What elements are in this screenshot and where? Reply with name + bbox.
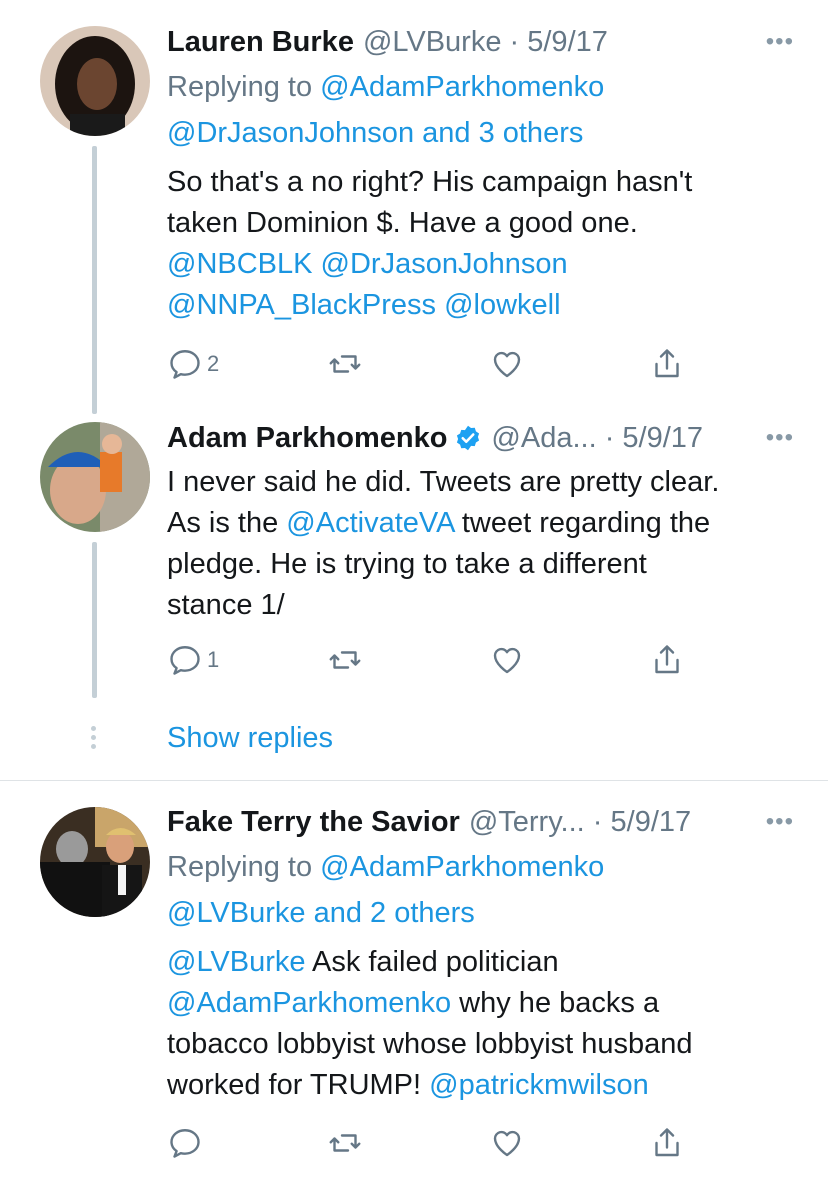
tweet-text: I never said he did. Tweets are pretty c… bbox=[167, 462, 798, 626]
like-icon bbox=[493, 1130, 521, 1157]
tweet-text-line: pledge. He is trying to take a different bbox=[167, 548, 647, 580]
tweet-text-line: @AdamParkhomenko why he backs a bbox=[167, 987, 660, 1019]
reply-count: 2 bbox=[207, 351, 220, 376]
tweet-text-line: tobacco lobbyist whose lobbyist husband bbox=[167, 1028, 693, 1060]
share-icon bbox=[655, 645, 679, 674]
like-button[interactable] bbox=[489, 344, 525, 384]
like-icon bbox=[493, 647, 521, 674]
author-handle: @LVBurke · 5/9/17 bbox=[362, 26, 608, 58]
tweet-text-line: @LVBurke Ask failed politician bbox=[167, 946, 559, 978]
more-options-icon[interactable]: ••• bbox=[766, 416, 794, 460]
tweet-text: So that's a no right? His campaign hasn'… bbox=[167, 162, 798, 326]
reply-icon bbox=[170, 1129, 200, 1158]
mention-link[interactable]: @AdamParkhomenko bbox=[320, 71, 604, 103]
author-name[interactable]: Lauren Burke bbox=[167, 20, 354, 64]
tweet-header: Lauren Burke @LVBurke · 5/9/17 bbox=[167, 20, 798, 64]
thread-line bbox=[92, 542, 97, 698]
tweet-date[interactable]: 5/9/17 bbox=[622, 422, 703, 454]
share-icon bbox=[655, 349, 679, 378]
reply-button[interactable] bbox=[167, 1123, 207, 1163]
avatar-image bbox=[40, 26, 150, 136]
reply-count: 1 bbox=[207, 647, 220, 672]
mention-link[interactable]: @patrickmwilson bbox=[429, 1069, 649, 1101]
tweet-text-line: stance 1/ bbox=[167, 589, 285, 621]
replying-to-others: @LVBurke and 2 others bbox=[167, 890, 798, 936]
share-button[interactable] bbox=[649, 640, 685, 680]
avatar[interactable] bbox=[40, 807, 150, 917]
tweet-actions bbox=[167, 1123, 727, 1163]
author-handle: @Terry... · 5/9/17 bbox=[468, 806, 692, 838]
reply-icon bbox=[170, 350, 200, 379]
author-name[interactable]: Fake Terry the Savior bbox=[167, 800, 460, 844]
retweet-button[interactable] bbox=[327, 640, 363, 680]
avatar[interactable] bbox=[40, 422, 150, 532]
mention-link[interactable]: @AdamParkhomenko bbox=[320, 851, 604, 883]
mention-link[interactable]: @NNPA_BlackPress @lowkell bbox=[167, 285, 798, 326]
tweet-date[interactable]: 5/9/17 bbox=[611, 806, 692, 838]
mention-link[interactable]: @ActivateVA bbox=[286, 507, 454, 539]
like-icon bbox=[493, 351, 521, 378]
mention-others-link[interactable]: @DrJasonJohnson and 3 others bbox=[167, 117, 583, 149]
tweet-date[interactable]: 5/9/17 bbox=[527, 26, 608, 58]
tweet-text-line: As is the @ActivateVA tweet regarding th… bbox=[167, 507, 711, 539]
like-button[interactable] bbox=[489, 1123, 525, 1163]
thread-continuation-dots bbox=[90, 726, 98, 753]
tweet-text-line: worked for TRUMP! @patrickmwilson bbox=[167, 1069, 649, 1101]
more-options-icon[interactable]: ••• bbox=[766, 800, 794, 844]
tweet-adam-parkhomenko[interactable]: Adam Parkhomenko @Ada... · 5/9/17 ••• I … bbox=[0, 400, 828, 780]
retweet-icon bbox=[329, 1134, 361, 1152]
avatar-image bbox=[40, 422, 150, 532]
replying-to: Replying to @AdamParkhomenko bbox=[167, 71, 605, 103]
reply-button[interactable]: 2 bbox=[167, 344, 219, 384]
retweet-button[interactable] bbox=[327, 344, 363, 384]
tweet-lauren-burke[interactable]: Lauren Burke @LVBurke · 5/9/17 ••• Reply… bbox=[0, 0, 828, 414]
share-icon bbox=[655, 1128, 679, 1157]
tweet-text: @LVBurke Ask failed politician @AdamPark… bbox=[167, 942, 798, 1106]
retweet-icon bbox=[329, 355, 361, 373]
share-button[interactable] bbox=[649, 344, 685, 384]
tweet-header: Fake Terry the Savior @Terry... · 5/9/17 bbox=[167, 800, 798, 844]
reply-button[interactable]: 1 bbox=[167, 640, 219, 680]
author-name[interactable]: Adam Parkhomenko bbox=[167, 416, 447, 460]
retweet-icon bbox=[329, 651, 361, 669]
show-replies-link[interactable]: Show replies bbox=[167, 718, 333, 758]
like-button[interactable] bbox=[489, 640, 525, 680]
author-handle: @Ada... · 5/9/17 bbox=[491, 422, 704, 454]
mention-others-link[interactable]: @LVBurke and 2 others bbox=[167, 897, 475, 929]
retweet-button[interactable] bbox=[327, 1123, 363, 1163]
verified-badge-icon bbox=[454, 424, 482, 452]
share-button[interactable] bbox=[649, 1123, 685, 1163]
replying-to-others: @DrJasonJohnson and 3 others bbox=[167, 110, 798, 156]
avatar-image bbox=[40, 807, 150, 917]
replying-to: Replying to @AdamParkhomenko bbox=[167, 851, 605, 883]
mention-link[interactable]: @AdamParkhomenko bbox=[167, 987, 451, 1019]
more-options-icon[interactable]: ••• bbox=[766, 20, 794, 64]
tweet-text-line: taken Dominion $. Have a good one. bbox=[167, 207, 638, 239]
tweet-text-line: So that's a no right? His campaign hasn'… bbox=[167, 166, 693, 198]
tweet-actions: 1 bbox=[167, 640, 727, 680]
mention-link[interactable]: @LVBurke bbox=[167, 946, 306, 978]
mention-link[interactable]: @NBCBLK @DrJasonJohnson bbox=[167, 244, 798, 285]
tweet-actions: 2 bbox=[167, 344, 727, 384]
tweet-text-line: I never said he did. Tweets are pretty c… bbox=[167, 466, 720, 498]
thread-line bbox=[92, 146, 97, 414]
tweet-fake-terry[interactable]: Fake Terry the Savior @Terry... · 5/9/17… bbox=[0, 781, 828, 1178]
avatar[interactable] bbox=[40, 26, 150, 136]
tweet-header: Adam Parkhomenko @Ada... · 5/9/17 bbox=[167, 416, 798, 460]
reply-icon bbox=[170, 646, 200, 675]
